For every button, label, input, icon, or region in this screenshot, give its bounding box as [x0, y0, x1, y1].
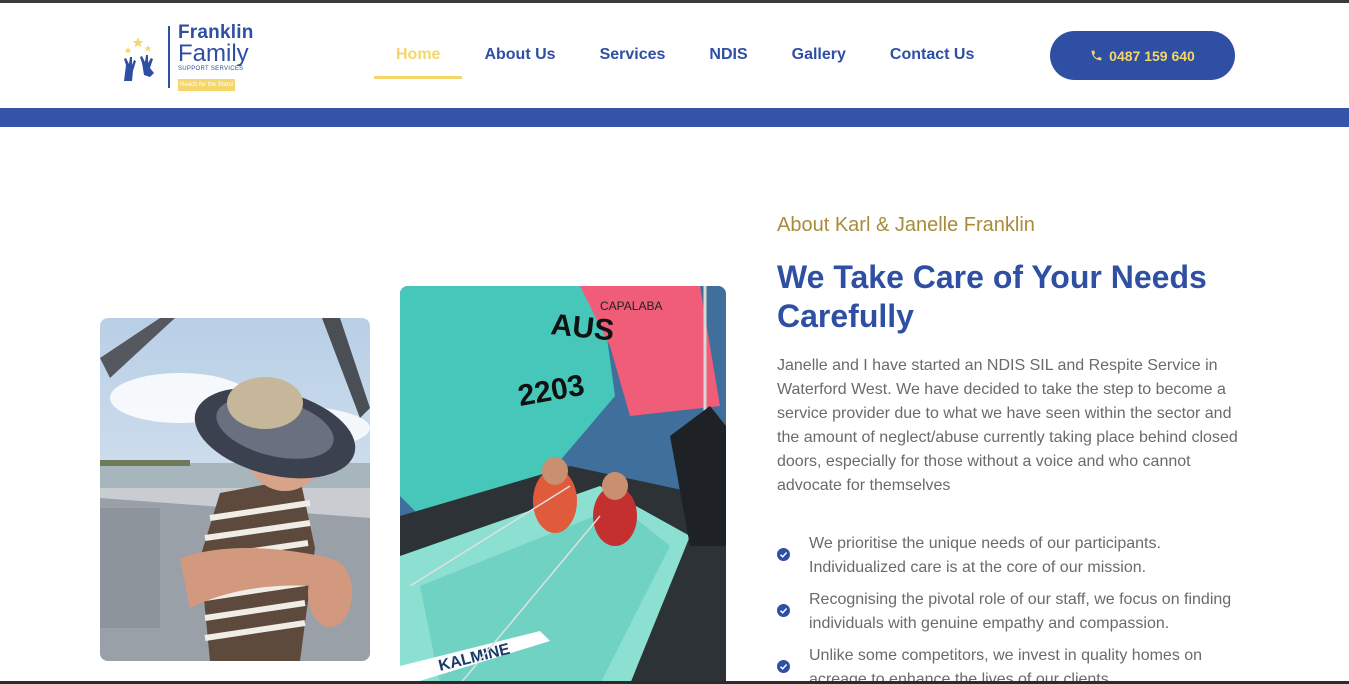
header-band	[0, 108, 1349, 127]
main-nav: Home About Us Services NDIS Gallery Cont…	[374, 31, 996, 81]
about-eyebrow: About Karl & Janelle Franklin	[777, 214, 1035, 236]
phone-number: 0487 159 640	[1109, 47, 1195, 64]
nav-contact-us[interactable]: Contact Us	[868, 31, 996, 79]
phone-call-button[interactable]: 0487 159 640	[1050, 31, 1235, 80]
nav-about-us[interactable]: About Us	[462, 31, 577, 79]
nav-ndis[interactable]: NDIS	[687, 31, 769, 79]
feature-text: Recognising the pivotal role of our staf…	[809, 591, 1232, 632]
hands-stars-icon	[124, 37, 154, 81]
about-heading: We Take Care of Your Needs Carefully	[777, 259, 1207, 334]
brand-logo[interactable]: Franklin Family SUPPORT SERVICES Reach f…	[120, 23, 280, 93]
logo-tagline: Reach for the Stars!	[178, 79, 236, 91]
sail-text-capalaba: CAPALABA	[600, 299, 662, 313]
logo-divider	[168, 26, 170, 88]
nav-services[interactable]: Services	[578, 31, 688, 79]
feature-item: We prioritise the unique needs of our pa…	[777, 532, 1247, 580]
check-circle-icon	[777, 660, 790, 673]
phone-icon	[1091, 50, 1102, 61]
nav-gallery[interactable]: Gallery	[770, 31, 868, 79]
photo-sailing: AUS 2203 CAPALABA KALMINE	[400, 286, 726, 684]
nav-home[interactable]: Home	[374, 31, 463, 79]
check-circle-icon	[777, 548, 790, 561]
photo-man-on-boat	[100, 318, 370, 661]
feature-text: We prioritise the unique needs of our pa…	[809, 535, 1161, 576]
about-intro: Janelle and I have started an NDIS SIL a…	[777, 357, 1238, 494]
sail-text-aus: AUS	[549, 308, 615, 347]
feature-item: Recognising the pivotal role of our staf…	[777, 588, 1247, 636]
check-circle-icon	[777, 604, 790, 617]
feature-list: We prioritise the unique needs of our pa…	[777, 532, 1247, 684]
logo-text: Franklin Family SUPPORT SERVICES Reach f…	[178, 23, 254, 91]
site-header: Franklin Family SUPPORT SERVICES Reach f…	[0, 3, 1349, 108]
logo-subtitle: SUPPORT SERVICES	[178, 66, 244, 72]
feature-item: Unlike some competitors, we invest in qu…	[777, 644, 1247, 684]
logo-name-line2: Family	[178, 40, 249, 67]
feature-text: Unlike some competitors, we invest in qu…	[809, 647, 1203, 684]
